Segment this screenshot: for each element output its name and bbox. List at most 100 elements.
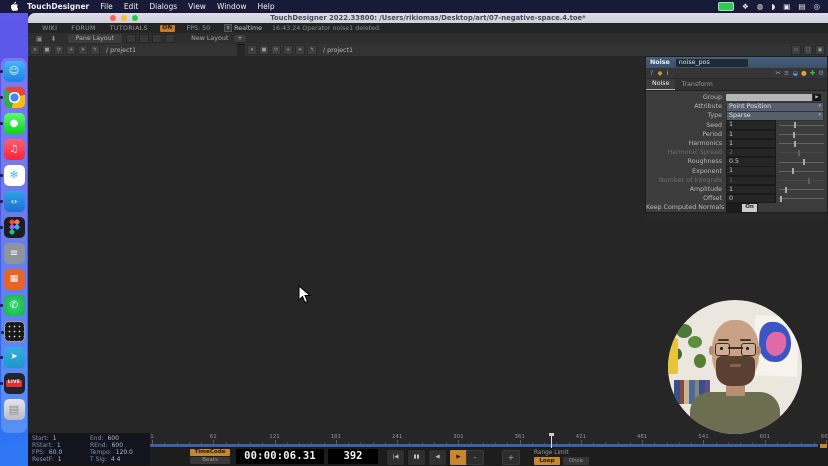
- op-name-field[interactable]: noise_pos: [676, 59, 748, 67]
- slider-thumb[interactable]: [793, 132, 795, 138]
- pane-header-button-1[interactable]: ▾: [247, 45, 257, 55]
- pane-header-button-5[interactable]: ✦: [78, 45, 88, 55]
- once-button[interactable]: Once: [563, 457, 589, 465]
- topbar-link-forum[interactable]: FORUM: [71, 25, 96, 32]
- timeline-field-start[interactable]: Start:1: [32, 435, 90, 442]
- globe-icon[interactable]: ◍: [757, 2, 764, 11]
- pane-header-button-4[interactable]: ✛: [283, 45, 293, 55]
- help-icon[interactable]: ?: [650, 70, 653, 77]
- param-toggle-keep-computed-normals[interactable]: On: [726, 203, 758, 213]
- param-dropdown-type[interactable]: Sparse▾: [726, 111, 824, 121]
- pane-header-button-6[interactable]: ↰: [307, 45, 317, 55]
- realtime-toggle[interactable]: x Realtime: [224, 24, 262, 32]
- dock-slack[interactable]: ✻: [4, 165, 25, 186]
- gear-icon[interactable]: ⚙: [818, 70, 824, 77]
- param-slider-seed[interactable]: [779, 121, 824, 129]
- apple-menu-icon[interactable]: [10, 1, 18, 13]
- info-icon[interactable]: i: [666, 70, 668, 77]
- timeline-field-fps[interactable]: FPS:60.0: [32, 449, 90, 456]
- frame-display[interactable]: 392: [328, 449, 378, 464]
- param-value-number-of-integrals[interactable]: 1: [726, 176, 776, 186]
- stats-icon[interactable]: ❖: [742, 2, 749, 11]
- param-slider-amplitude[interactable]: [779, 186, 824, 194]
- pane-header-button-3[interactable]: ⟳: [54, 45, 64, 55]
- cut-icon[interactable]: ✂: [775, 70, 780, 77]
- pane-header-button-5[interactable]: ✦: [295, 45, 305, 55]
- slider-thumb[interactable]: [808, 178, 810, 184]
- timeline-zoom-out-button[interactable]: -: [466, 450, 484, 465]
- param-slider-harmonic-spread[interactable]: [779, 149, 824, 157]
- pane-corner-button-1[interactable]: ▭: [791, 45, 801, 55]
- param-value-harmonic-spread[interactable]: 2: [726, 148, 776, 158]
- timeline-field-resetf[interactable]: ResetF:1: [32, 456, 90, 463]
- param-slider-number-of-integrals[interactable]: [779, 177, 824, 185]
- param-field-group[interactable]: [726, 94, 812, 101]
- param-value-period[interactable]: 1: [726, 130, 776, 140]
- pane-corner-button-2[interactable]: □: [803, 45, 813, 55]
- param-dropdown-attribute[interactable]: Point Position▾: [726, 102, 824, 112]
- parameter-header[interactable]: Noise noise_pos: [646, 57, 827, 68]
- lock-icon[interactable]: ◆: [657, 70, 662, 77]
- dock-touchdesigner[interactable]: [4, 321, 25, 342]
- dock-finder[interactable]: ☺: [4, 61, 25, 82]
- timeline-field-tempo[interactable]: Tempo:120.0: [90, 449, 152, 456]
- param-slider-exponent[interactable]: [779, 167, 824, 175]
- dock-music[interactable]: ♫: [4, 139, 25, 160]
- dock-trash[interactable]: ▤: [4, 399, 25, 420]
- loop-button[interactable]: Loop: [534, 457, 560, 465]
- playhead[interactable]: [551, 433, 552, 448]
- moon-icon[interactable]: ◗: [771, 2, 775, 11]
- param-value-roughness[interactable]: 0.5: [726, 157, 776, 167]
- beats-button[interactable]: Beats: [190, 457, 230, 464]
- slider-thumb[interactable]: [798, 150, 800, 156]
- grid-icon[interactable]: ▣: [36, 35, 43, 43]
- topbar-link-tutorials[interactable]: TUTORIALS: [110, 25, 148, 32]
- slider-thumb[interactable]: [794, 122, 796, 128]
- copy-icon[interactable]: ≡: [784, 70, 789, 77]
- layout-preset-2[interactable]: [139, 34, 149, 43]
- dock-live-app[interactable]: LIVE: [4, 373, 25, 394]
- add-icon[interactable]: ✚: [810, 70, 815, 77]
- param-tab-noise[interactable]: Noise: [646, 79, 675, 90]
- network-path-breadcrumb[interactable]: / project1: [323, 47, 353, 54]
- dock-notes-gray[interactable]: ≡: [4, 243, 25, 264]
- play-reverse-button[interactable]: ◀: [428, 449, 447, 466]
- dock-telegram[interactable]: ➤: [4, 347, 25, 368]
- jump-start-button[interactable]: |◀: [386, 449, 405, 466]
- keyboard-icon[interactable]: ▤: [798, 2, 805, 11]
- pane-header-button-3[interactable]: ⟳: [271, 45, 281, 55]
- slider-thumb[interactable]: [794, 141, 796, 147]
- left-pane-path[interactable]: / project1: [106, 47, 136, 54]
- timecode-button[interactable]: TimeCode: [190, 449, 230, 456]
- dock-vscode[interactable]: ‹›: [4, 191, 25, 212]
- dock-messages[interactable]: ●: [4, 113, 25, 134]
- pane-header-button-2[interactable]: ■: [259, 45, 269, 55]
- timecode-display[interactable]: 00:00:06.31: [236, 449, 324, 464]
- pane-corner-button-3[interactable]: ▣: [815, 45, 825, 55]
- menubar-item-help[interactable]: Help: [258, 2, 275, 11]
- timeline-field-t-sig[interactable]: T Sig:4 4: [90, 456, 152, 463]
- pane-header-button-4[interactable]: ✛: [66, 45, 76, 55]
- download-icon[interactable]: ⬇: [51, 35, 57, 43]
- menubar-item-touchdesigner[interactable]: TouchDesigner: [27, 2, 89, 11]
- param-value-exponent[interactable]: 1: [726, 166, 776, 176]
- add-layout-button[interactable]: +: [233, 34, 246, 43]
- new-layout-label[interactable]: New Layout: [191, 35, 228, 42]
- timeline-field-end[interactable]: End:600: [90, 435, 152, 442]
- pane-header-button-2[interactable]: ■: [42, 45, 52, 55]
- param-slider-roughness[interactable]: [779, 158, 824, 166]
- timeline-field-rend[interactable]: REnd:600: [90, 442, 152, 449]
- pane-header-button-6[interactable]: ↰: [90, 45, 100, 55]
- menubar-item-edit[interactable]: Edit: [124, 2, 139, 11]
- param-slider-period[interactable]: [779, 131, 824, 139]
- dock-whatsapp[interactable]: ✆: [4, 295, 25, 316]
- dock-chrome[interactable]: [4, 87, 25, 108]
- menubar-item-window[interactable]: Window: [217, 2, 247, 11]
- layout-preset-3[interactable]: [152, 34, 162, 43]
- layout-preset-1[interactable]: [126, 34, 136, 43]
- param-value-harmonics[interactable]: 1: [726, 139, 776, 149]
- param-tab-transform[interactable]: Transform: [675, 80, 718, 90]
- control-center-icon[interactable]: ◎: [813, 2, 820, 11]
- param-menu-arrow[interactable]: ▶: [813, 94, 821, 101]
- menubar-item-view[interactable]: View: [188, 2, 206, 11]
